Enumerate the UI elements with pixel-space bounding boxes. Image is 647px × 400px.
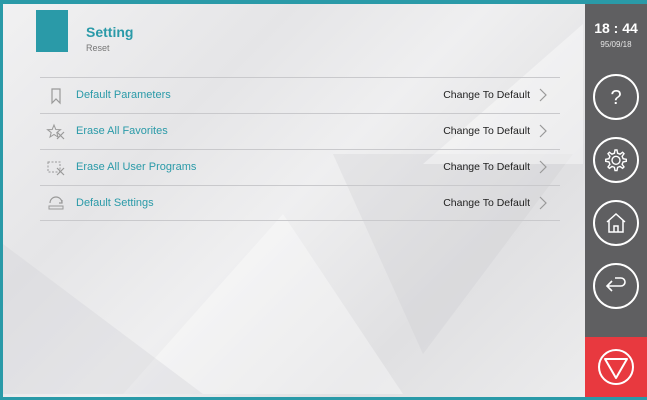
bookmark-icon — [51, 88, 61, 105]
clock-date: 95/09/18 — [600, 40, 632, 49]
background-facet — [3, 244, 203, 394]
page-title: Setting — [86, 24, 134, 40]
clock-time: 18 : 44 — [594, 20, 638, 36]
erase-program-icon — [47, 161, 65, 176]
reset-list: Default Parameters Change To Default Era… — [40, 77, 560, 221]
row-label: Erase All User Programs — [76, 161, 197, 173]
back-button[interactable] — [593, 263, 639, 309]
stop-icon — [598, 349, 634, 385]
chevron-right-icon — [539, 124, 547, 138]
list-item-erase-user-programs[interactable]: Erase All User Programs Change To Defaul… — [40, 149, 560, 185]
header-accent — [36, 10, 68, 52]
row-label: Erase All Favorites — [76, 125, 168, 137]
chevron-right-icon — [539, 160, 547, 174]
help-icon: ? — [610, 87, 621, 109]
page-subtitle: Reset — [86, 43, 110, 53]
change-to-default-link[interactable]: Change To Default — [443, 125, 530, 137]
reset-settings-icon — [48, 196, 64, 210]
row-label: Default Parameters — [76, 89, 171, 101]
chevron-right-icon — [539, 196, 547, 210]
list-item-default-settings[interactable]: Default Settings Change To Default — [40, 185, 560, 221]
change-to-default-link[interactable]: Change To Default — [443, 197, 530, 209]
help-button[interactable]: ? — [593, 74, 639, 120]
svg-text:?: ? — [610, 87, 621, 109]
erase-star-icon — [46, 123, 65, 140]
settings-button[interactable] — [593, 137, 639, 183]
list-item-erase-favorites[interactable]: Erase All Favorites Change To Default — [40, 113, 560, 149]
chevron-right-icon — [539, 88, 547, 102]
row-label: Default Settings — [76, 197, 154, 209]
main-panel: Setting Reset Default Parameters Change … — [3, 4, 585, 397]
back-icon — [605, 277, 626, 292]
list-item-default-parameters[interactable]: Default Parameters Change To Default — [40, 77, 560, 113]
home-icon — [606, 212, 626, 233]
gear-icon — [605, 149, 627, 172]
change-to-default-link[interactable]: Change To Default — [443, 89, 530, 101]
stop-button[interactable] — [585, 337, 647, 397]
change-to-default-link[interactable]: Change To Default — [443, 161, 530, 173]
sidebar: 18 : 44 95/09/18 ? — [585, 4, 647, 397]
home-button[interactable] — [593, 200, 639, 246]
